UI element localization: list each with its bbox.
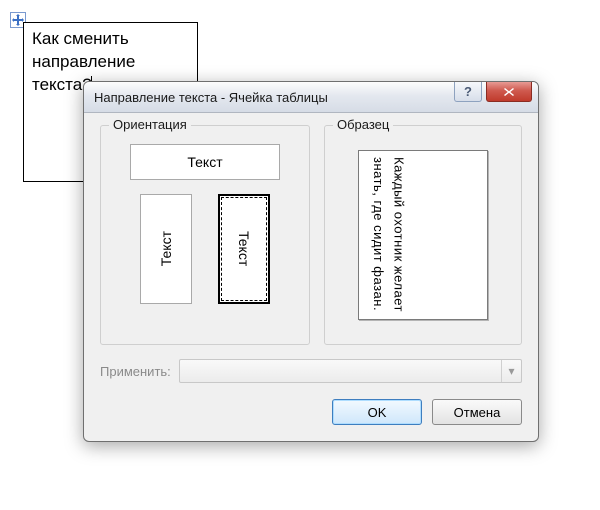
sample-text: Каждый охотник желает знать, где сидит ф… [367,157,409,313]
dialog-titlebar[interactable]: Направление текста - Ячейка таблицы ? [84,82,538,113]
close-icon [503,87,515,97]
direction-option-horizontal[interactable]: Текст [130,144,280,180]
button-label: OK [368,405,387,420]
dialog-title: Направление текста - Ячейка таблицы [94,90,328,105]
sample-preview: Каждый охотник желает знать, где сидит ф… [358,150,488,320]
titlebar-buttons: ? [454,82,532,102]
sample-group: Образец Каждый охотник желает знать, где… [324,125,522,345]
dialog-body: Ориентация Текст Текст Текст [84,113,538,441]
direction-option-vertical-up[interactable]: Текст [140,194,192,304]
help-icon: ? [464,84,472,99]
option-label: Текст [236,231,252,266]
option-label: Текст [158,231,174,266]
dialog-buttons: OK Отмена [100,399,522,425]
apply-combobox[interactable]: ▾ [179,359,522,383]
orientation-label: Ориентация [109,117,191,132]
direction-option-vertical-down[interactable]: Текст [218,194,270,304]
orientation-group: Ориентация Текст Текст Текст [100,125,310,345]
apply-label: Применить: [100,364,171,379]
button-label: Отмена [454,405,501,420]
ok-button[interactable]: OK [332,399,422,425]
cancel-button[interactable]: Отмена [432,399,522,425]
option-label: Текст [187,154,222,170]
close-button[interactable] [486,82,532,102]
sample-label: Образец [333,117,393,132]
apply-row: Применить: ▾ [100,359,522,383]
chevron-down-icon: ▾ [501,360,521,382]
help-button[interactable]: ? [454,82,482,102]
text-direction-dialog: Направление текста - Ячейка таблицы ? Ор… [83,81,539,442]
